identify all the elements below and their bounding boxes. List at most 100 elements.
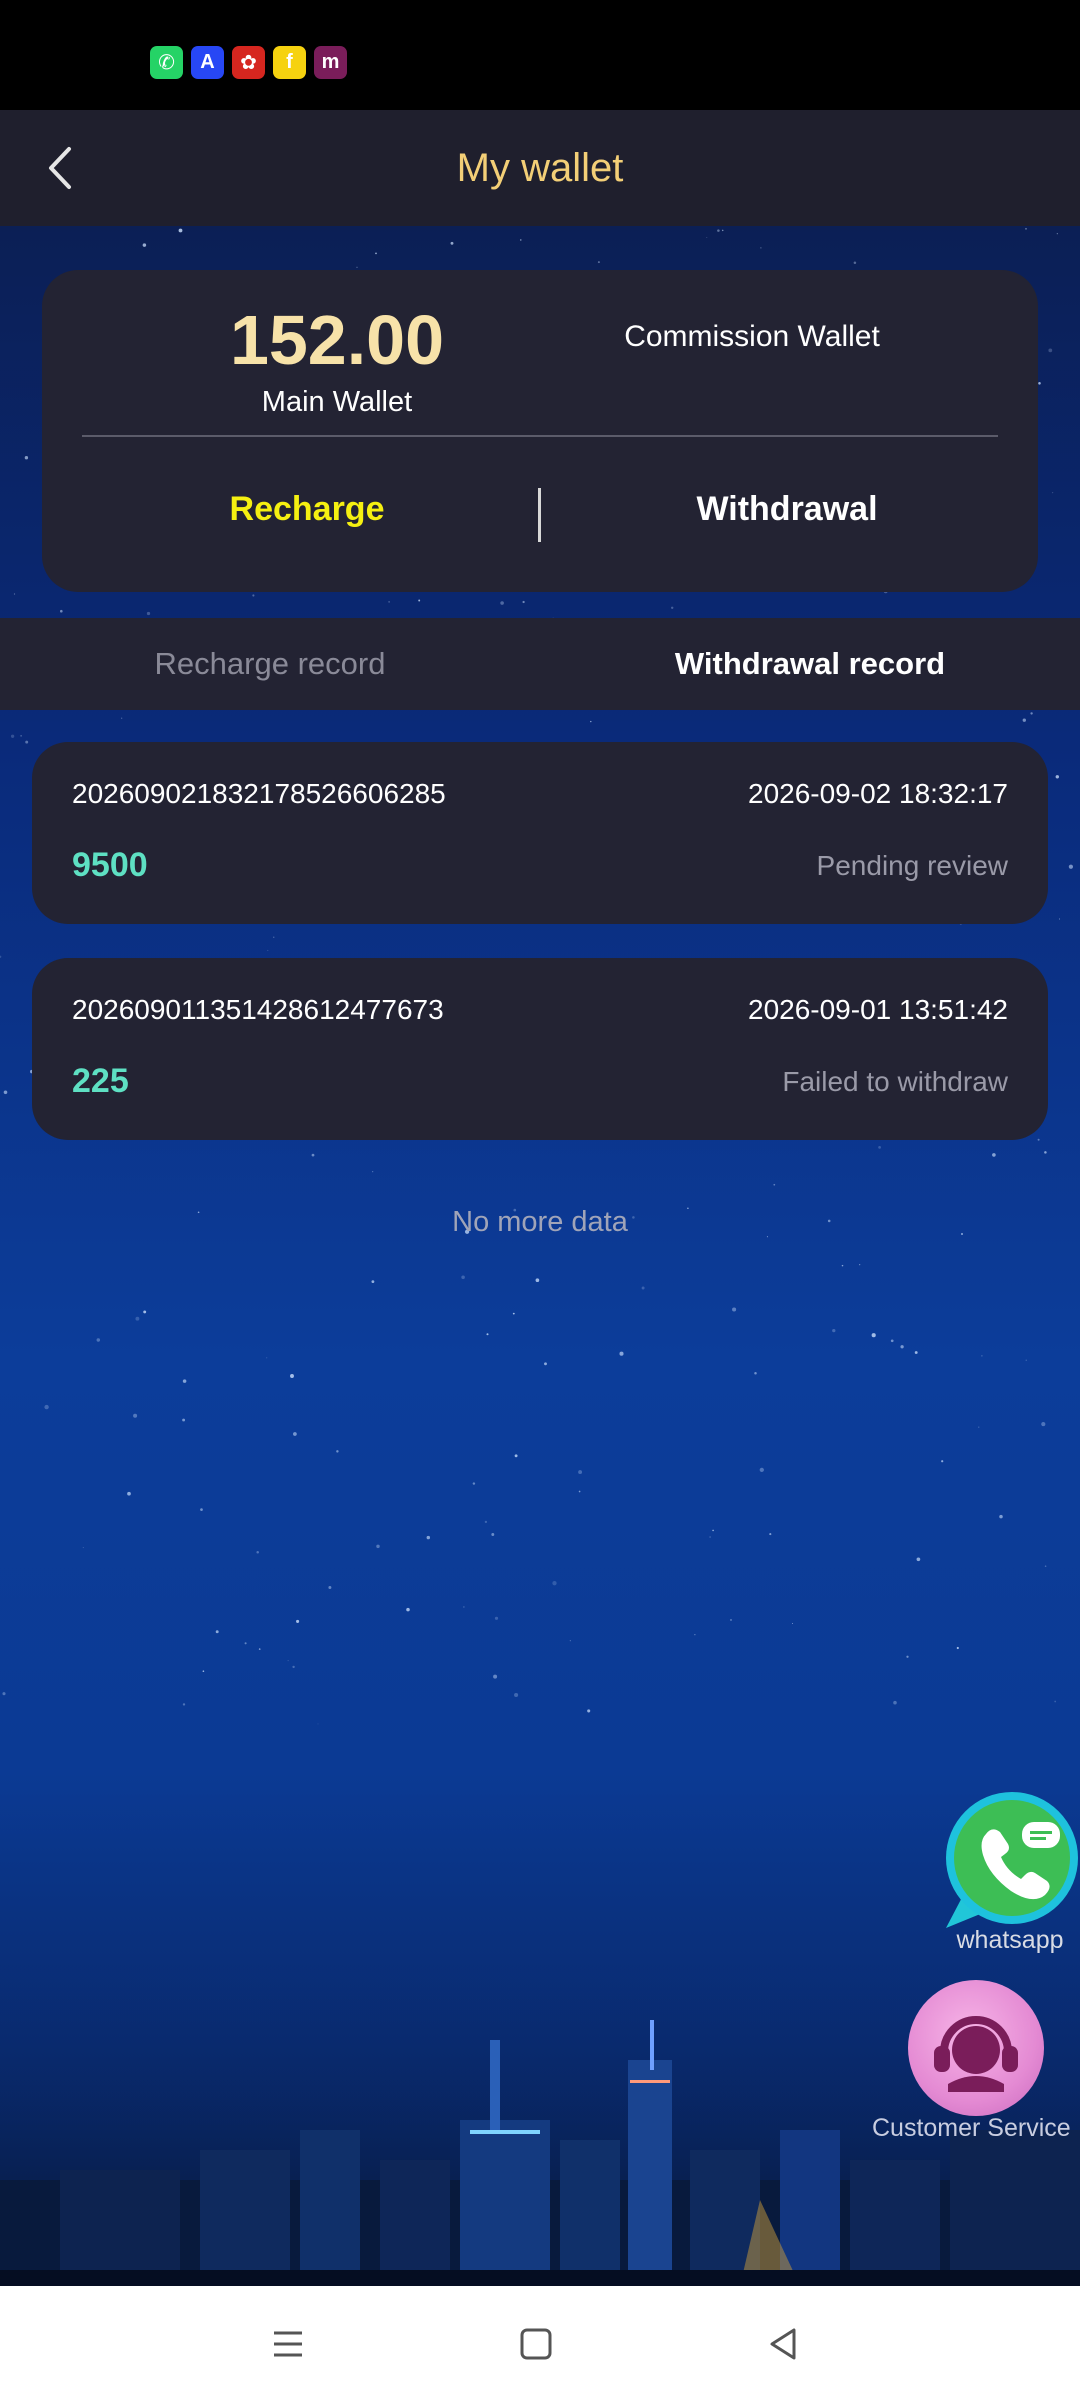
menu-icon: [274, 2331, 302, 2357]
star: [619, 1351, 624, 1356]
star: [426, 1535, 431, 1540]
star: [336, 1450, 339, 1453]
star: [10, 734, 15, 738]
star: [587, 1709, 591, 1713]
star: [769, 1533, 772, 1536]
star: [311, 1153, 315, 1157]
star: [706, 237, 708, 239]
star: [44, 1404, 49, 1410]
star: [142, 243, 147, 247]
whatsapp-button[interactable]: [938, 1790, 1080, 1932]
star: [244, 1642, 247, 1645]
star: [914, 1351, 918, 1354]
page-title: My wallet: [456, 145, 624, 190]
star: [694, 1634, 696, 1636]
star: [520, 239, 522, 241]
star: [143, 1310, 147, 1314]
recharge-button[interactable]: Recharge: [182, 490, 432, 529]
star: [1044, 1565, 1047, 1568]
record-amount: 9500: [72, 846, 148, 884]
commission-wallet-label: Commission Wallet: [624, 320, 880, 353]
star: [491, 1533, 495, 1536]
star: [1038, 382, 1041, 385]
main-wallet-amount: 152.00: [229, 301, 445, 379]
star: [24, 456, 29, 460]
star: [760, 247, 762, 249]
star: [754, 1371, 757, 1375]
record-time: 2026-09-01 13:51:42: [748, 994, 1008, 1025]
withdrawal-button[interactable]: Withdrawal: [642, 490, 932, 529]
star: [371, 1280, 375, 1284]
tab-recharge-record[interactable]: Recharge record: [0, 618, 540, 710]
star: [878, 1146, 881, 1149]
list-item[interactable]: 202609011351428612477673 2026-09-01 13:5…: [32, 958, 1048, 1140]
star: [569, 1640, 571, 1642]
star: [25, 740, 29, 744]
star: [500, 601, 504, 605]
tab-withdrawal-record[interactable]: Withdrawal record: [540, 618, 1080, 710]
status-bar: ✆ A ✿ f m: [0, 0, 1080, 110]
star: [388, 601, 390, 603]
list-end-text: No more data: [452, 1206, 628, 1238]
star: [258, 1648, 261, 1650]
star: [406, 1607, 410, 1612]
customer-service-button[interactable]: [908, 1980, 1044, 2116]
star: [121, 717, 123, 719]
star: [906, 1655, 909, 1658]
customer-service-label: Customer Service: [872, 2114, 1071, 2142]
star: [514, 1692, 519, 1698]
star: [712, 1529, 714, 1532]
star: [916, 1557, 921, 1562]
list-item[interactable]: 20260902183217852660628​5 2026-09-02 18:…: [32, 742, 1048, 924]
star: [1056, 233, 1058, 235]
star: [1044, 1151, 1047, 1154]
star: [486, 1333, 489, 1336]
divider: [82, 435, 998, 437]
record-tabs: Recharge record Withdrawal record: [0, 618, 1080, 710]
star: [0, 955, 2, 959]
star: [252, 594, 255, 597]
notification-icons: ✆ A ✿ f m: [150, 46, 347, 79]
triangle-back-icon: [770, 2328, 796, 2360]
star: [292, 1665, 295, 1669]
star: [832, 1328, 836, 1333]
back-nav-button[interactable]: [756, 2316, 812, 2372]
star: [182, 1703, 186, 1706]
star: [717, 229, 720, 232]
record-time: 2026-09-02 18:32:17: [748, 778, 1008, 809]
star: [273, 936, 275, 938]
divider: [538, 488, 541, 542]
star: [597, 261, 600, 264]
star: [590, 720, 592, 723]
star: [493, 1674, 498, 1679]
star: [535, 1278, 540, 1283]
record-id: 20260902183217852660628​5: [72, 778, 446, 809]
star: [522, 600, 525, 604]
star: [418, 599, 421, 602]
record-status: Pending review: [816, 850, 1008, 881]
star: [356, 266, 358, 268]
star: [463, 1606, 465, 1608]
star: [1051, 491, 1054, 494]
star: [290, 1374, 294, 1378]
red-app-icon: ✿: [232, 46, 265, 79]
star: [730, 1619, 732, 1621]
star: [1025, 1359, 1027, 1361]
star: [1059, 918, 1061, 920]
star: [721, 229, 724, 232]
star: [1030, 712, 1033, 715]
home-button[interactable]: [508, 2316, 564, 2372]
star: [859, 1264, 861, 1266]
star: [999, 1514, 1003, 1519]
recent-apps-button[interactable]: [260, 2316, 316, 2372]
star: [376, 1544, 380, 1549]
star: [890, 1339, 894, 1343]
star: [96, 1338, 101, 1342]
star: [759, 1467, 764, 1473]
star: [900, 1345, 904, 1349]
star: [732, 1307, 737, 1312]
star: [1054, 1700, 1057, 1703]
star: [552, 1581, 557, 1586]
star: [853, 261, 857, 265]
star: [146, 611, 151, 616]
